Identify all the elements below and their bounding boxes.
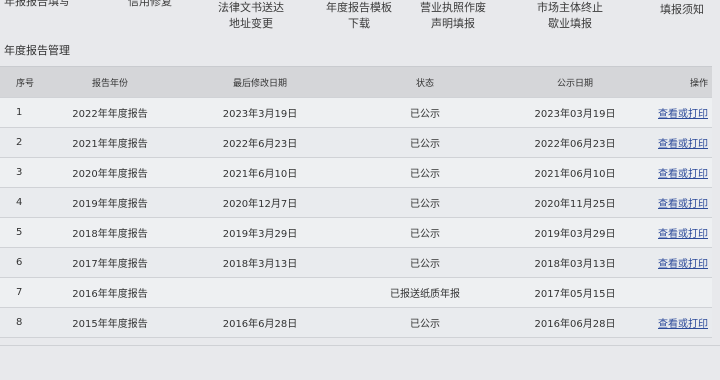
- top-navigation: 年报报告填写 信用修复 法律文书送达 地址变更 年度报告模板 下载 营业执照作废…: [0, 0, 720, 40]
- row-publish-date: 2021年06月10日: [534, 169, 616, 180]
- row-status: 已公示: [410, 199, 440, 210]
- header-last-modified: 最后修改日期: [232, 78, 287, 89]
- nav-template-download[interactable]: 年度报告模板 下载: [326, 0, 392, 32]
- table-row: 4 2019年年度报告 2020年12月7日 已公示 2020年11月25日 查…: [0, 188, 712, 218]
- row-publish-date: 2020年11月25日: [534, 199, 616, 210]
- table-row: 8 2015年年度报告 2016年6月28日 已公示 2016年06月28日 查…: [0, 308, 712, 338]
- header-action: 操作: [689, 78, 708, 89]
- nav-filing-instructions[interactable]: 填报须知: [660, 2, 704, 18]
- row-index: 8: [16, 317, 23, 328]
- row-last-modified: 2020年12月7日: [222, 199, 298, 210]
- row-index: 4: [16, 197, 23, 208]
- row-report-year: 2022年年度报告: [72, 109, 148, 120]
- row-status: 已公示: [410, 229, 440, 240]
- row-last-modified: 2022年6月23日: [222, 139, 298, 150]
- row-index: 1: [16, 107, 23, 118]
- nav-annual-report-fill[interactable]: 年报报告填写: [4, 0, 70, 10]
- row-status: 已报送纸质年报: [390, 289, 460, 300]
- view-or-print-link[interactable]: 查看或打印: [658, 199, 708, 210]
- view-or-print-link[interactable]: 查看或打印: [658, 109, 708, 120]
- row-publish-date: 2022年06月23日: [534, 139, 616, 150]
- header-index: 序号: [16, 78, 35, 89]
- view-or-print-link[interactable]: 查看或打印: [658, 319, 708, 330]
- row-publish-date: 2016年06月28日: [534, 319, 616, 330]
- table-row: 7 2016年年度报告 已报送纸质年报 2017年05月15日: [0, 278, 712, 308]
- header-report-year: 报告年份: [91, 78, 128, 89]
- row-last-modified: 2023年3月19日: [222, 109, 298, 120]
- nav-license-void-declaration[interactable]: 营业执照作废 声明填报: [420, 0, 486, 32]
- row-index: 6: [16, 257, 23, 268]
- table-row: 5 2018年年度报告 2019年3月29日 已公示 2019年03月29日 查…: [0, 218, 712, 248]
- row-index: 7: [16, 287, 23, 298]
- row-last-modified: 2016年6月28日: [222, 319, 298, 330]
- nav-termination-fill[interactable]: 市场主体终止 歇业填报: [537, 0, 603, 32]
- table-header: 序号 报告年份 最后修改日期 状态 公示日期 操作: [0, 67, 712, 98]
- view-or-print-link[interactable]: 查看或打印: [658, 139, 708, 150]
- row-report-year: 2018年年度报告: [72, 229, 148, 240]
- row-last-modified: 2018年3月13日: [222, 259, 298, 270]
- table-row: 1 2022年年度报告 2023年3月19日 已公示 2023年03月19日 查…: [0, 98, 712, 128]
- view-or-print-link[interactable]: 查看或打印: [658, 169, 708, 180]
- table-row: 6 2017年年度报告 2018年3月13日 已公示 2018年03月13日 查…: [0, 248, 712, 278]
- row-status: 已公示: [410, 109, 440, 120]
- view-or-print-link[interactable]: 查看或打印: [658, 259, 708, 270]
- row-last-modified: 2021年6月10日: [222, 169, 298, 180]
- row-publish-date: 2019年03月29日: [534, 229, 616, 240]
- row-status: 已公示: [410, 169, 440, 180]
- table-row: 2 2021年年度报告 2022年6月23日 已公示 2022年06月23日 查…: [0, 128, 712, 158]
- row-publish-date: 2017年05月15日: [534, 289, 616, 300]
- row-report-year: 2019年年度报告: [72, 199, 148, 210]
- annual-report-table: 序号 报告年份 最后修改日期 状态 公示日期 操作 1 2022年年度报告 20…: [0, 66, 712, 338]
- row-status: 已公示: [410, 139, 440, 150]
- row-report-year: 2021年年度报告: [72, 139, 148, 150]
- row-report-year: 2017年年度报告: [72, 259, 148, 270]
- row-index: 3: [16, 167, 23, 178]
- header-status: 状态: [415, 78, 434, 89]
- row-publish-date: 2023年03月19日: [534, 109, 616, 120]
- nav-legal-document-address-change[interactable]: 法律文书送达 地址变更: [218, 0, 284, 32]
- row-index: 2: [16, 137, 23, 148]
- row-index: 5: [16, 227, 23, 238]
- row-status: 已公示: [410, 319, 440, 330]
- bottom-divider: [0, 345, 720, 346]
- view-or-print-link[interactable]: 查看或打印: [658, 229, 708, 240]
- row-report-year: 2016年年度报告: [72, 289, 148, 300]
- header-publish-date: 公示日期: [556, 78, 593, 89]
- section-title: 年度报告管理: [4, 44, 70, 57]
- row-report-year: 2015年年度报告: [72, 319, 148, 330]
- row-status: 已公示: [410, 259, 440, 270]
- row-report-year: 2020年年度报告: [72, 169, 148, 180]
- row-last-modified: 2019年3月29日: [222, 229, 298, 240]
- table-row: 3 2020年年度报告 2021年6月10日 已公示 2021年06月10日 查…: [0, 158, 712, 188]
- row-publish-date: 2018年03月13日: [534, 259, 616, 270]
- nav-credit-repair[interactable]: 信用修复: [128, 0, 172, 10]
